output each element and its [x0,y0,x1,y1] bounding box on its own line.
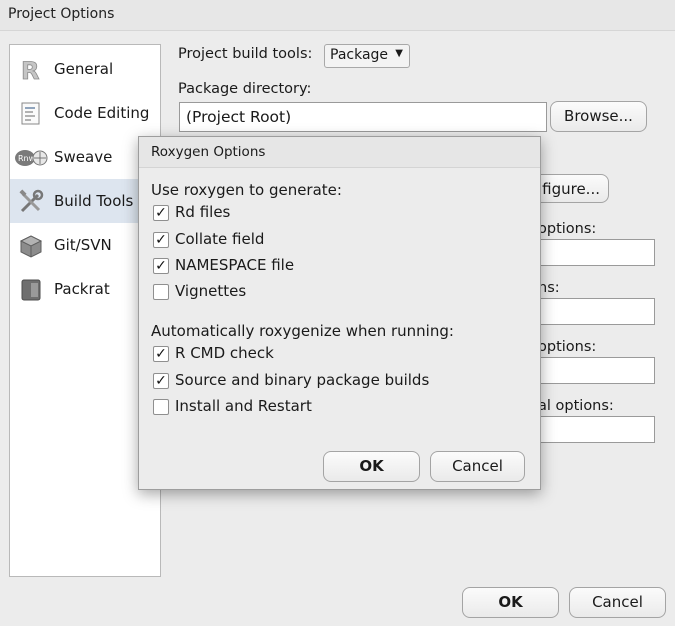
dialog-cancel-button[interactable]: Cancel [430,451,525,482]
r-cmd-check-checkbox[interactable]: ✓ [153,346,169,362]
sidebar-item-label: General [54,60,114,78]
ok-button[interactable]: OK [462,587,559,618]
sidebar-item-code-editing[interactable]: Code Editing [10,91,160,135]
window-titlebar: Project Options [0,0,675,31]
browse-button[interactable]: Browse... [550,101,647,132]
collate-field-label: Collate field [175,230,265,248]
code-editing-icon [18,101,44,127]
package-directory-field[interactable]: (Project Root) [179,102,547,132]
sidebar-item-label: Code Editing [54,104,150,122]
rd-files-checkbox[interactable]: ✓ [153,205,169,221]
vignettes-label: Vignettes [175,282,247,300]
sweave-icon: Rnw [14,145,48,171]
namespace-file-checkbox[interactable]: ✓ [153,258,169,274]
options-label-2-fragment: ns: [538,280,560,296]
namespace-file-label: NAMESPACE file [175,256,295,274]
packrat-icon [18,277,44,303]
package-directory-label: Package directory: [178,81,312,97]
dialog-title: Roxygen Options [151,144,266,160]
auto-roxygenize-heading: Automatically roxygenize when running: [151,322,454,340]
r-cmd-check-label: R CMD check [175,344,274,362]
collate-field-checkbox[interactable]: ✓ [153,232,169,248]
package-directory-value: (Project Root) [186,108,292,126]
vignettes-checkbox[interactable] [153,284,169,300]
options-label-1-fragment: options: [538,221,597,237]
sidebar-item-general[interactable]: R General [10,47,160,91]
git-svn-icon [18,233,44,259]
rd-files-label: Rd files [175,203,231,221]
install-restart-label: Install and Restart [175,397,312,415]
window-title: Project Options [8,6,115,22]
options-label-4-fragment: al options: [538,398,614,414]
svg-text:R: R [21,57,39,83]
sidebar-item-label: Packrat [54,280,110,298]
package-builds-checkbox[interactable]: ✓ [153,373,169,389]
generate-heading: Use roxygen to generate: [151,181,342,199]
sidebar-item-label: Sweave [54,148,113,166]
build-tools-dropdown[interactable]: Package ▼ [324,44,410,68]
package-builds-label: Source and binary package builds [175,371,430,389]
build-tools-value: Package [330,47,389,63]
install-restart-checkbox[interactable] [153,399,169,415]
dropdown-arrow-icon: ▼ [395,48,403,59]
roxygen-options-dialog: Roxygen Options Use roxygen to generate:… [138,136,541,490]
dialog-ok-button[interactable]: OK [323,451,420,482]
build-tools-icon [18,189,44,215]
sidebar-item-label: Git/SVN [54,236,112,254]
build-tools-label: Project build tools: [178,46,313,62]
sidebar-item-label: Build Tools [54,192,134,210]
configure-label-fragment: figure... [542,180,600,198]
cancel-button[interactable]: Cancel [569,587,666,618]
dialog-titlebar: Roxygen Options [139,137,540,168]
options-label-3-fragment: options: [538,339,597,355]
r-logo-icon: R [18,57,44,86]
